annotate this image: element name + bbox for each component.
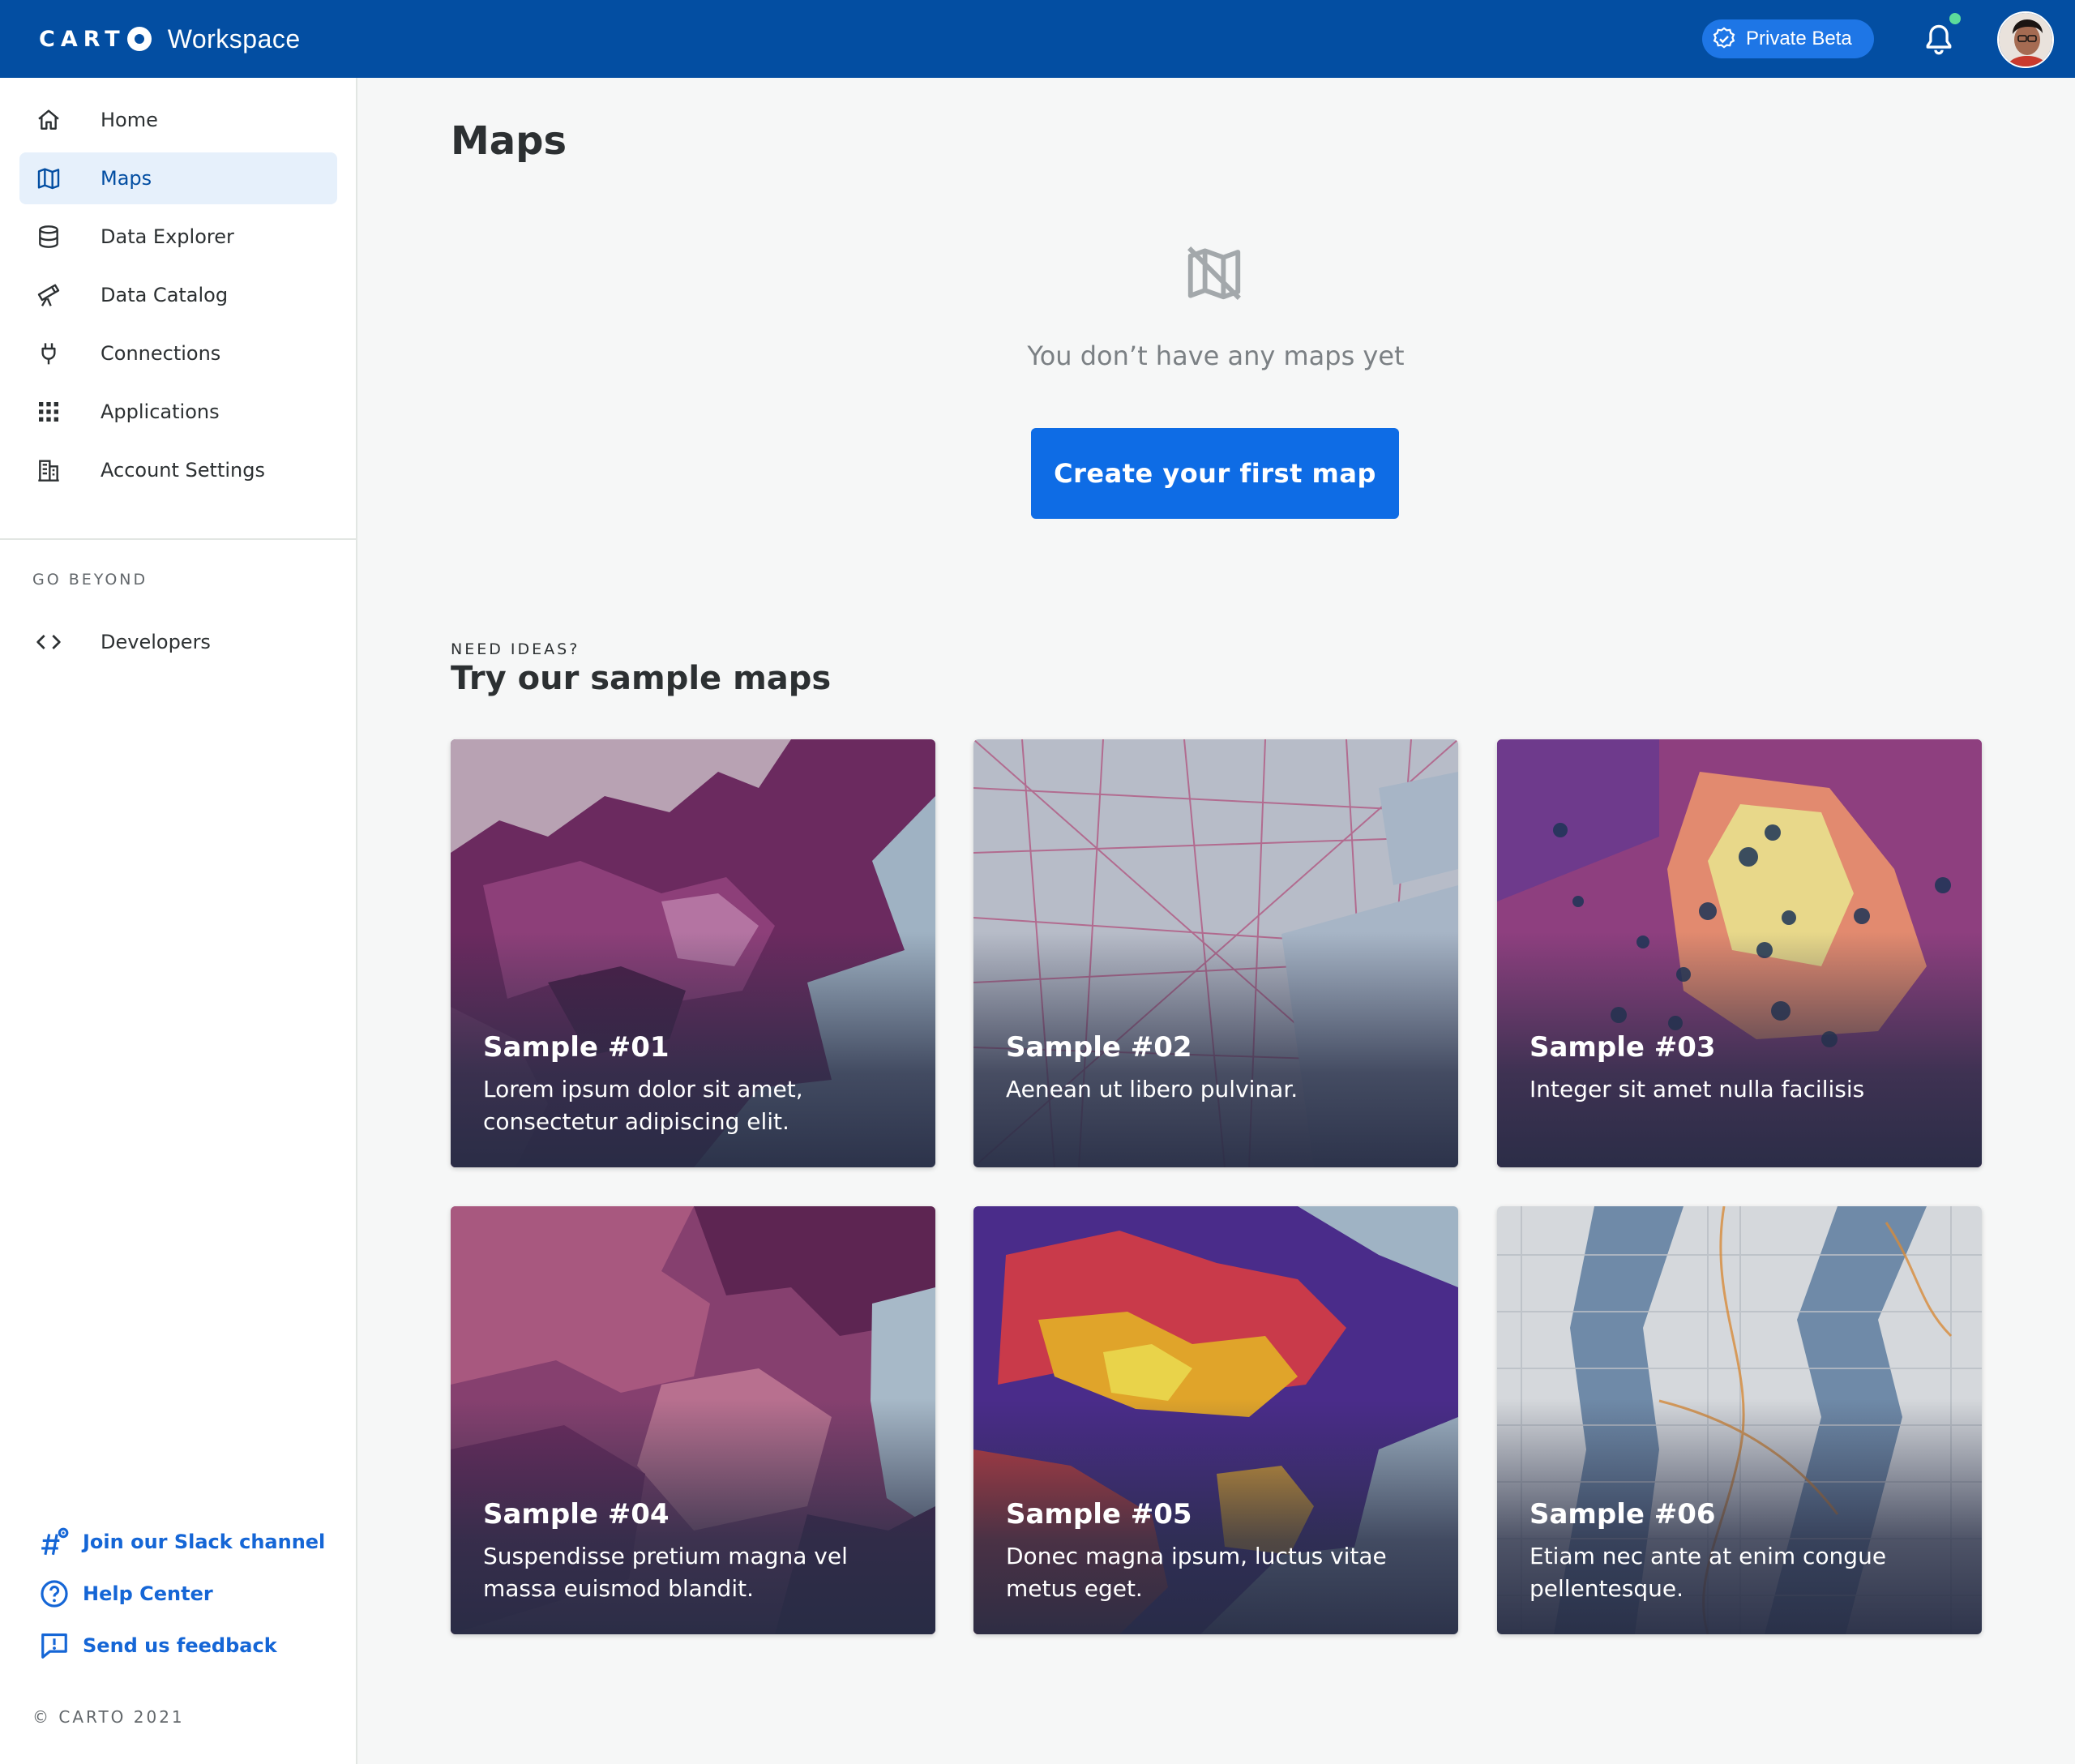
- sidebar-item-label: Account Settings: [101, 459, 265, 482]
- app-name: Workspace: [167, 24, 301, 54]
- card-description: Aenean ut libero pulvinar.: [1006, 1076, 1298, 1102]
- sidebar-item-label: Connections: [101, 342, 221, 365]
- telescope-icon: [37, 284, 60, 306]
- card-title: Sample #04: [483, 1498, 670, 1531]
- sidebar-item-label: Data Catalog: [101, 284, 229, 306]
- sample-map-card[interactable]: Sample #03 Integer sit amet nulla facili…: [1497, 739, 1982, 1167]
- sample-map-card[interactable]: Sample #06 Etiam nec ante at enim congue…: [1497, 1206, 1982, 1634]
- sample-map-card[interactable]: Sample #05 Donec magna ipsum, luctus vit…: [973, 1206, 1458, 1634]
- sidebar-item-maps[interactable]: Maps: [19, 152, 337, 204]
- card-title: Sample #03: [1530, 1031, 1716, 1064]
- sidebar-item-data-explorer[interactable]: Data Explorer: [19, 211, 337, 263]
- map-icon: [37, 168, 60, 190]
- logo-dot-icon: [126, 27, 152, 51]
- logo-text: CART: [39, 26, 126, 52]
- create-first-map-button[interactable]: Create your first map: [1031, 428, 1399, 519]
- card-description: Integer sit amet nulla facilisis: [1530, 1076, 1865, 1102]
- help-link-label: Help Center: [83, 1582, 213, 1605]
- beta-label: Private Beta: [1746, 28, 1852, 49]
- sidebar-item-connections[interactable]: Connections: [19, 328, 337, 379]
- help-link-label: Send us feedback: [83, 1634, 277, 1657]
- sidebar-item-developers[interactable]: Developers: [19, 616, 337, 668]
- empty-state-message: You don’t have any maps yet: [1027, 340, 1405, 371]
- copyright: © CARTO 2021: [32, 1707, 185, 1727]
- help-circle-icon: [41, 1580, 68, 1608]
- notifications-bell-icon[interactable]: [1921, 19, 1957, 58]
- page-title: Maps: [451, 118, 567, 164]
- building-icon: [38, 460, 59, 482]
- card-description: Etiam nec ante at enim congue pellentesq…: [1530, 1543, 1887, 1602]
- top-bar: CART Workspace Private Beta: [0, 0, 2075, 78]
- card-title: Sample #01: [483, 1031, 670, 1064]
- sidebar-item-label: Data Explorer: [101, 225, 234, 248]
- sample-map-card[interactable]: Sample #02 Aenean ut libero pulvinar.: [973, 739, 1458, 1167]
- sidebar-item-applications[interactable]: Applications: [19, 386, 337, 438]
- card-title: Sample #06: [1530, 1498, 1716, 1531]
- section-label: GO BEYOND: [32, 571, 148, 589]
- help-link-label: Join our Slack channel: [83, 1531, 326, 1553]
- help-center-link[interactable]: Help Center: [39, 1578, 213, 1610]
- sidebar-item-label: Maps: [101, 167, 152, 190]
- sidebar-item-account-settings[interactable]: Account Settings: [19, 444, 337, 496]
- feedback-icon: [41, 1633, 67, 1659]
- card-description: Donec magna ipsum, luctus vitae metus eg…: [1006, 1543, 1387, 1602]
- sidebar-item-label: Home: [101, 109, 158, 131]
- slack-icon: [41, 1527, 69, 1556]
- feedback-link[interactable]: Send us feedback: [39, 1629, 277, 1662]
- sidebar-item-home[interactable]: Home: [19, 94, 337, 146]
- carto-logo[interactable]: CART Workspace: [39, 21, 301, 57]
- card-title: Sample #05: [1006, 1498, 1192, 1531]
- sidebar-item-label: Applications: [101, 400, 220, 423]
- sample-map-card[interactable]: Sample #04 Suspendisse pretium magna vel…: [451, 1206, 935, 1634]
- sidebar-item-label: Developers: [101, 631, 211, 653]
- grid-icon: [39, 402, 58, 422]
- plug-icon: [41, 343, 56, 365]
- user-avatar[interactable]: [1997, 11, 2054, 68]
- sidebar-divider: [0, 538, 356, 540]
- card-description: Suspendisse pretium magna vel massa euis…: [483, 1543, 848, 1602]
- home-icon: [38, 109, 59, 130]
- sidebar: Home Maps Data Explorer Data Catalog Con…: [0, 78, 357, 1764]
- samples-title: Try our sample maps: [451, 660, 832, 697]
- private-beta-badge[interactable]: Private Beta: [1702, 19, 1874, 58]
- notification-dot: [1949, 13, 1961, 24]
- card-title: Sample #02: [1006, 1031, 1192, 1064]
- verified-badge-icon: [1713, 27, 1735, 49]
- code-icon: [36, 635, 61, 649]
- database-icon: [39, 225, 58, 248]
- samples-eyebrow: NEED IDEAS?: [451, 640, 580, 658]
- sample-map-card[interactable]: Sample #01 Lorem ipsum dolor sit amet, c…: [451, 739, 935, 1167]
- avatar-photo-icon: [1999, 13, 2052, 66]
- sidebar-item-data-catalog[interactable]: Data Catalog: [19, 269, 337, 321]
- slack-channel-link[interactable]: Join our Slack channel: [39, 1526, 325, 1558]
- map-off-icon: [1187, 246, 1241, 300]
- card-description: Lorem ipsum dolor sit amet, consectetur …: [483, 1076, 803, 1135]
